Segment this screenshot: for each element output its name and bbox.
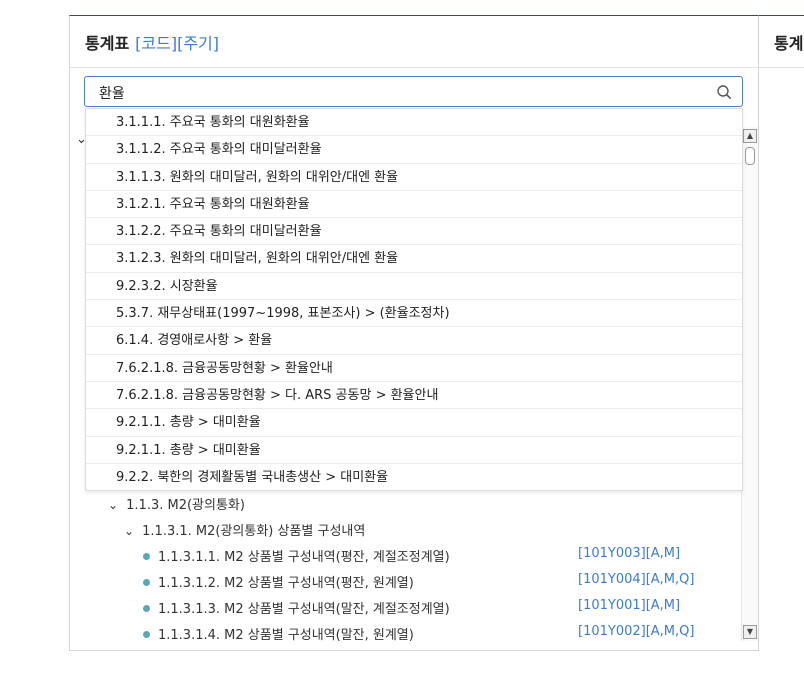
suggestion-item[interactable]: 3.1.2.2. 주요국 통화의 대미달러환율 — [86, 218, 742, 246]
tree-leaf[interactable]: 1.1.3.1.3. M2 상품별 구성내역(말잔, 계절조정계열) — [143, 598, 450, 617]
tree-leaf-label[interactable]: 1.1.3.1.3. M2 상품별 구성내역(말잔, 계절조정계열) — [158, 602, 450, 617]
tree-node-label[interactable]: 1.1.3.1. M2(광의통화) 상품별 구성내역 — [142, 524, 365, 539]
tree-leaf[interactable]: 1.1.3.1.4. M2 상품별 구성내역(말잔, 원계열) — [143, 624, 414, 643]
tree-leaf[interactable]: 1.1.3.1.2. M2 상품별 구성내역(평잔, 원계열) — [143, 572, 414, 591]
panel-header: 통계표 [코드][주기] — [70, 16, 758, 68]
tree-leaf-code[interactable]: [101Y004][A,M,Q] — [578, 572, 694, 587]
tree-leaf-label[interactable]: 1.1.3.1.1. M2 상품별 구성내역(평잔, 계절조정계열) — [158, 550, 450, 565]
tree-leaf-code[interactable]: [101Y001][A,M] — [578, 598, 680, 613]
tree-leaf[interactable]: 1.1.3.1.1. M2 상품별 구성내역(평잔, 계절조정계열) — [143, 546, 450, 565]
leaf-dot-icon — [143, 605, 150, 612]
search-input[interactable] — [97, 82, 701, 104]
suggestion-item[interactable]: 3.1.2.1. 주요국 통화의 대원화환율 — [86, 191, 742, 219]
leaf-dot-icon — [143, 579, 150, 586]
suggestion-item[interactable]: 5.3.7. 재무상태표(1997~1998, 표본조사) > (환율조정차) — [86, 300, 742, 328]
suggestion-item[interactable]: 3.1.1.3. 원화의 대미달러, 원화의 대위안/대엔 환율 — [86, 164, 742, 191]
right-panel: 통계 — [759, 15, 804, 652]
right-panel-title: 통계 — [774, 33, 804, 53]
search-icon[interactable] — [716, 84, 732, 100]
tree-node-m2-items[interactable]: ⌄ 1.1.3.1. M2(광의통화) 상품별 구성내역 — [124, 520, 365, 539]
tree-leaf-code[interactable]: [101Y002][A,M,Q] — [578, 624, 694, 639]
panel-title-accent: [코드][주기] — [135, 33, 220, 53]
suggestion-item[interactable]: 3.1.1.1. 주요국 통화의 대원화환율 — [86, 109, 742, 137]
tree-node-label[interactable]: 1.1.3. M2(광의통화) — [126, 498, 245, 513]
scroll-thumb[interactable] — [745, 147, 755, 165]
search-box[interactable] — [84, 76, 743, 107]
tree-leaf-label[interactable]: 1.1.3.1.2. M2 상품별 구성내역(평잔, 원계열) — [158, 576, 414, 591]
tree-leaf-code[interactable]: [101Y003][A,M] — [578, 546, 680, 561]
tree-leaf-label[interactable]: 1.1.3.1.4. M2 상품별 구성내역(말잔, 원계열) — [158, 628, 414, 643]
chevron-down-icon[interactable]: ⌄ — [108, 498, 122, 512]
scroll-up-arrow-icon[interactable]: ▲ — [743, 129, 757, 143]
suggestion-item[interactable]: 9.2.3.2. 시장환율 — [86, 273, 742, 301]
right-panel-header: 통계 — [759, 16, 804, 68]
search-suggestions-dropdown: 3.1.1.1. 주요국 통화의 대원화환율 3.1.1.2. 주요국 통화의 … — [85, 108, 743, 491]
tree-scrollbar[interactable]: ▲ ▼ — [741, 127, 758, 641]
suggestion-item[interactable]: 3.1.2.3. 원화의 대미달러, 원화의 대위안/대엔 환율 — [86, 245, 742, 273]
suggestion-item[interactable]: 7.6.2.1.8. 금융공동망현황 > 환율안내 — [86, 355, 742, 382]
suggestion-item[interactable]: 6.1.4. 경영애로사항 > 환율 — [86, 327, 742, 355]
suggestion-item[interactable]: 9.2.1.1. 총량 > 대미환율 — [86, 437, 742, 464]
suggestion-item[interactable]: 3.1.1.2. 주요국 통화의 대미달러환율 — [86, 136, 742, 164]
leaf-dot-icon — [143, 553, 150, 560]
suggestion-item[interactable]: 7.6.2.1.8. 금융공동망현황 > 다. ARS 공동망 > 환율안내 — [86, 382, 742, 410]
scroll-down-arrow-icon[interactable]: ▼ — [743, 625, 757, 639]
panel-title: 통계표 — [85, 33, 130, 53]
suggestion-item[interactable]: 9.2.2. 북한의 경제활동별 국내총생산 > 대미환율 — [86, 464, 742, 491]
tree-node-m2[interactable]: ⌄ 1.1.3. M2(광의통화) — [108, 494, 245, 513]
suggestion-item[interactable]: 9.2.1.1. 총량 > 대미환율 — [86, 409, 742, 437]
chevron-down-icon[interactable]: ⌄ — [124, 524, 138, 538]
leaf-dot-icon — [143, 631, 150, 638]
